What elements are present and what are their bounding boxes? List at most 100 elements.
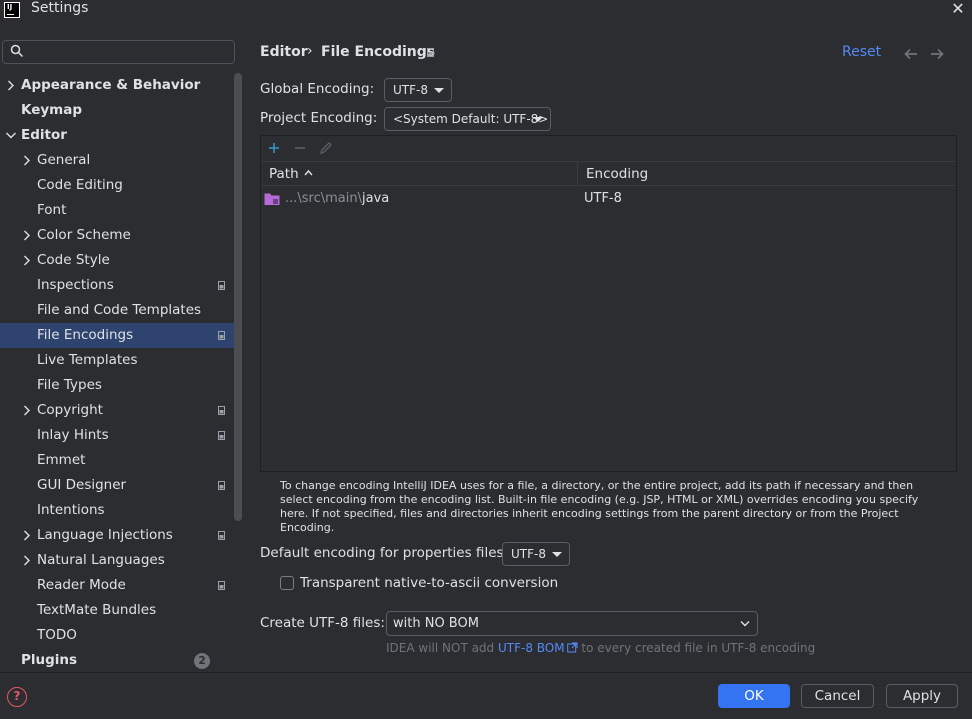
- sidebar-item-file-types[interactable]: File Types: [0, 373, 243, 398]
- sidebar-item-font[interactable]: Font: [0, 198, 243, 223]
- sidebar-item-inspections[interactable]: Inspections: [0, 273, 243, 298]
- utf8-bom-link[interactable]: UTF-8 BOM: [498, 641, 578, 655]
- chevron-right-icon[interactable]: [21, 223, 33, 248]
- sidebar-item-label: Editor: [21, 127, 67, 143]
- edit-pencil-icon[interactable]: [317, 139, 335, 157]
- row-path-name: java: [362, 191, 390, 206]
- chevron-right-icon[interactable]: [21, 398, 33, 423]
- properties-encoding-value: UTF-8: [511, 547, 546, 561]
- sidebar-item-reader-mode[interactable]: Reader Mode: [0, 573, 243, 598]
- sidebar-item-language-injections[interactable]: Language Injections: [0, 523, 243, 548]
- sidebar-item-label: File Types: [37, 377, 102, 393]
- sidebar-item-label: General: [37, 152, 91, 168]
- sidebar-item-emmet[interactable]: Emmet: [0, 448, 243, 473]
- chevron-down-icon: [434, 88, 444, 93]
- chevron-right-icon[interactable]: [21, 523, 33, 548]
- sidebar-item-label: File Encodings: [37, 327, 134, 343]
- sidebar-item-label: Copyright: [37, 402, 103, 418]
- sidebar-item-label: Appearance & Behavior: [21, 77, 201, 93]
- table-row[interactable]: ...\src\main\java UTF-8: [261, 187, 956, 211]
- sidebar-item-general[interactable]: General: [0, 148, 243, 173]
- sidebar-item-label: Intentions: [37, 502, 105, 518]
- source-folder-icon: [264, 193, 280, 205]
- back-arrow-icon[interactable]: [904, 48, 918, 60]
- sidebar-item-label: TextMate Bundles: [37, 602, 157, 618]
- sidebar-item-file-and-code-templates[interactable]: File and Code Templates: [0, 298, 243, 323]
- table-toolbar: [261, 136, 956, 161]
- sidebar-scrollbar[interactable]: [234, 73, 242, 521]
- sidebar-item-appearance-and-behavior[interactable]: Appearance & Behavior: [0, 73, 243, 98]
- external-link-icon: [566, 642, 578, 653]
- window-title: Settings: [31, 0, 89, 16]
- ok-button[interactable]: OK: [718, 684, 790, 708]
- sidebar-item-label: Language Injections: [37, 527, 173, 543]
- row-path: ...\src\main\java: [285, 191, 389, 206]
- global-encoding-select[interactable]: UTF-8: [384, 78, 452, 102]
- project-encoding-select[interactable]: <System Default: UTF-8>: [384, 107, 551, 131]
- bom-hint: IDEA will NOT add UTF-8 BOM to every cre…: [386, 641, 815, 655]
- help-button[interactable]: ?: [7, 687, 27, 707]
- sidebar-item-textmate-bundles[interactable]: TextMate Bundles: [0, 598, 243, 623]
- column-divider[interactable]: [577, 161, 578, 186]
- native-to-ascii-checkbox[interactable]: [280, 576, 294, 590]
- project-scope-icon: [218, 531, 225, 540]
- sidebar-item-gui-designer[interactable]: GUI Designer: [0, 473, 243, 498]
- sidebar-item-label: Code Style: [37, 252, 110, 268]
- intellij-logo-icon: IJ: [4, 2, 20, 18]
- sidebar-item-file-encodings[interactable]: File Encodings: [0, 323, 235, 348]
- project-encoding-label: Project Encoding:: [260, 110, 378, 126]
- logo-text: IJ: [7, 3, 13, 11]
- column-header-encoding[interactable]: Encoding: [586, 166, 648, 182]
- breadcrumb-editor[interactable]: Editor: [260, 44, 308, 60]
- sidebar-item-label: Emmet: [37, 452, 86, 468]
- sidebar-item-label: Inlay Hints: [37, 427, 109, 443]
- reset-link[interactable]: Reset: [842, 44, 881, 60]
- remove-icon[interactable]: [291, 139, 309, 157]
- sidebar-item-editor[interactable]: Editor: [0, 123, 243, 148]
- apply-button[interactable]: Apply: [886, 684, 958, 708]
- sidebar-item-label: Live Templates: [37, 352, 138, 368]
- chevron-down-icon: [552, 552, 562, 557]
- properties-encoding-label: Default encoding for properties files:: [260, 545, 509, 561]
- sidebar-item-copyright[interactable]: Copyright: [0, 398, 243, 423]
- chevron-right-icon[interactable]: [5, 73, 17, 98]
- column-header-path-label: Path: [269, 166, 299, 182]
- sidebar-item-label: Inspections: [37, 277, 114, 293]
- page-title: File Encodings: [321, 44, 436, 60]
- chevron-right-icon[interactable]: [21, 248, 33, 273]
- properties-encoding-select[interactable]: UTF-8: [502, 542, 570, 566]
- project-scope-icon: [218, 281, 225, 290]
- sidebar-item-todo[interactable]: TODO: [0, 623, 243, 648]
- sidebar-item-live-templates[interactable]: Live Templates: [0, 348, 243, 373]
- forward-arrow-icon[interactable]: [930, 48, 944, 60]
- native-to-ascii-label[interactable]: Transparent native-to-ascii conversion: [300, 575, 558, 591]
- sort-ascending-icon: [304, 169, 313, 176]
- plugins-count-badge: 2: [194, 653, 210, 669]
- help-description: To change encoding IntelliJ IDEA uses fo…: [280, 479, 919, 534]
- sidebar-item-keymap[interactable]: Keymap: [0, 98, 243, 123]
- sidebar-item-label: File and Code Templates: [37, 302, 202, 318]
- row-encoding[interactable]: UTF-8: [584, 191, 622, 206]
- sidebar-item-label: Code Editing: [37, 177, 123, 193]
- utf8-bom-link-label: UTF-8 BOM: [497, 641, 565, 655]
- column-header-path[interactable]: Path: [269, 166, 299, 182]
- add-icon[interactable]: [265, 139, 283, 157]
- sidebar-item-natural-languages[interactable]: Natural Languages: [0, 548, 243, 573]
- sidebar-item-code-editing[interactable]: Code Editing: [0, 173, 243, 198]
- search-input[interactable]: [2, 40, 235, 64]
- chevron-down-icon[interactable]: [5, 123, 17, 148]
- sidebar-item-inlay-hints[interactable]: Inlay Hints: [0, 423, 243, 448]
- sidebar-item-label: TODO: [37, 627, 77, 643]
- sidebar-item-code-style[interactable]: Code Style: [0, 248, 243, 273]
- chevron-right-icon[interactable]: [21, 548, 33, 573]
- sidebar-item-intentions[interactable]: Intentions: [0, 498, 243, 523]
- sidebar-item-color-scheme[interactable]: Color Scheme: [0, 223, 243, 248]
- close-icon[interactable]: ✕: [948, 0, 968, 20]
- create-utf8-select[interactable]: with NO BOM: [386, 611, 758, 636]
- cancel-button[interactable]: Cancel: [801, 684, 874, 708]
- sidebar-item-label: Font: [37, 202, 67, 218]
- sidebar-item-label: GUI Designer: [37, 477, 127, 493]
- bom-hint-prefix: IDEA will NOT add: [386, 641, 498, 655]
- global-encoding-value: UTF-8: [393, 83, 428, 97]
- chevron-right-icon[interactable]: [21, 148, 33, 173]
